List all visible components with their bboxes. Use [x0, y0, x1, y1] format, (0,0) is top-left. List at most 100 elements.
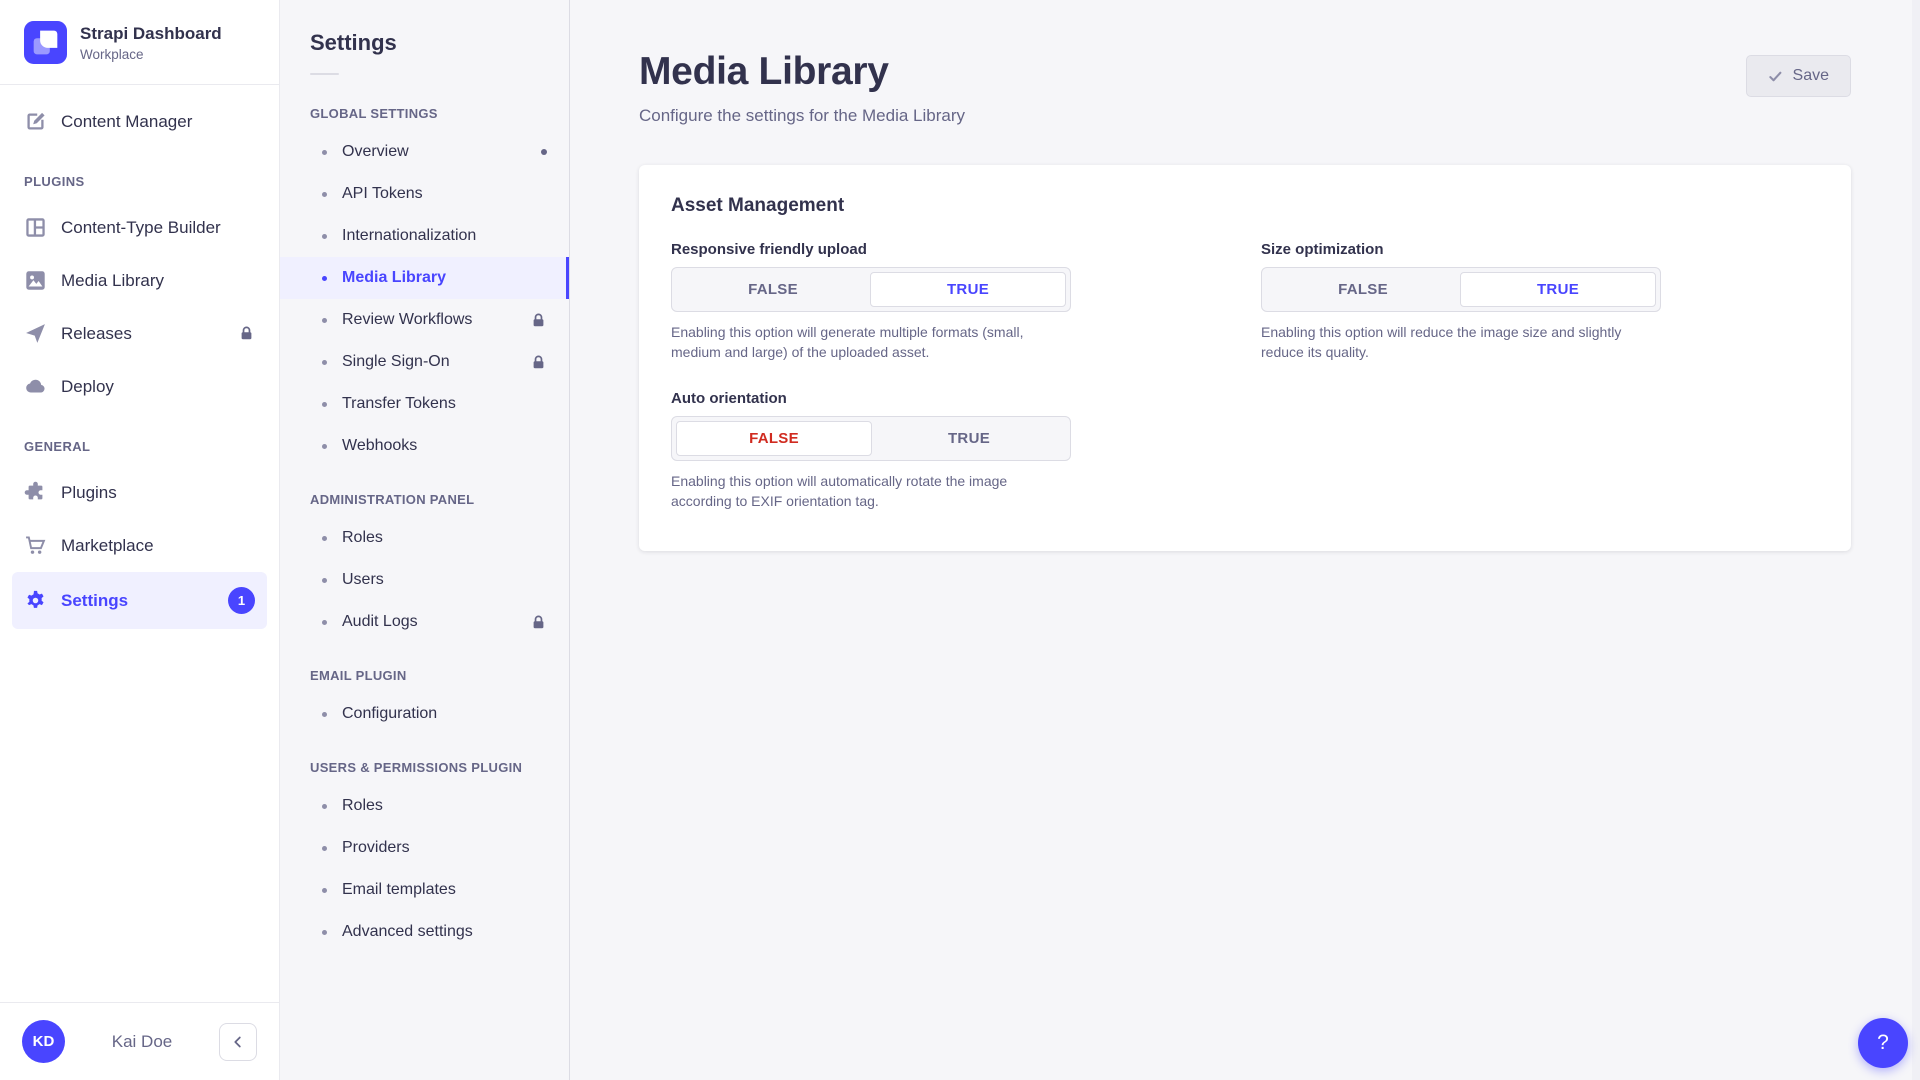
size-optimization-toggle[interactable]: FALSE TRUE [1261, 267, 1661, 312]
sidebar-item-label: Settings [61, 591, 128, 611]
workspace-title: Strapi Dashboard [80, 24, 222, 44]
bullet-icon [322, 536, 327, 541]
save-button-label: Save [1793, 67, 1829, 85]
settings-notification-badge: 1 [228, 587, 255, 614]
field-label: Auto orientation [671, 390, 1071, 407]
settings-sidebar: Settings GLOBAL SETTINGS Overview API To… [280, 0, 570, 1080]
image-icon [24, 269, 47, 292]
check-icon [1768, 69, 1783, 84]
settings-item-review-workflows[interactable]: Review Workflows [280, 299, 569, 341]
sidebar-item-settings[interactable]: Settings 1 [12, 572, 267, 629]
settings-item-internationalization[interactable]: Internationalization [280, 215, 569, 257]
settings-item-up-roles[interactable]: Roles [280, 785, 569, 827]
settings-item-audit-logs[interactable]: Audit Logs [280, 601, 569, 643]
field-responsive-friendly-upload: Responsive friendly upload FALSE TRUE En… [671, 241, 1071, 362]
sidebar-item-content-manager[interactable]: Content Manager [12, 95, 267, 148]
settings-item-label: API Tokens [342, 185, 423, 203]
settings-item-label: Media Library [342, 269, 446, 287]
settings-item-label: Overview [342, 143, 409, 161]
page-title: Media Library [639, 50, 965, 94]
section-users-permissions-plugin: USERS & PERMISSIONS PLUGIN [280, 735, 569, 785]
lock-icon [530, 354, 547, 371]
section-global-settings: GLOBAL SETTINGS [280, 81, 569, 131]
asset-management-card: Asset Management Responsive friendly upl… [639, 165, 1851, 551]
toggle-option-false[interactable]: FALSE [676, 421, 872, 456]
responsive-friendly-upload-toggle[interactable]: FALSE TRUE [671, 267, 1071, 312]
settings-item-label: Review Workflows [342, 311, 472, 329]
settings-item-label: Audit Logs [342, 613, 418, 631]
bullet-icon [322, 846, 327, 851]
sidebar-item-label: Deploy [61, 377, 114, 397]
lock-icon [238, 325, 255, 342]
toggle-option-true[interactable]: TRUE [870, 272, 1066, 307]
sidebar-item-plugins[interactable]: Plugins [12, 466, 267, 519]
sidebar-item-deploy[interactable]: Deploy [12, 360, 267, 413]
cart-icon [24, 534, 47, 557]
main-content: Media Library Configure the settings for… [570, 0, 1920, 1080]
settings-item-email-templates[interactable]: Email templates [280, 869, 569, 911]
avatar[interactable]: KD [22, 1020, 65, 1063]
bullet-icon [322, 192, 327, 197]
sidebar-item-label: Releases [61, 324, 132, 344]
bullet-icon [322, 234, 327, 239]
sidebar-item-content-type-builder[interactable]: Content-Type Builder [12, 201, 267, 254]
gear-icon [24, 589, 47, 612]
settings-item-label: Webhooks [342, 437, 417, 455]
workspace-switcher[interactable]: Strapi Dashboard Workplace [0, 0, 279, 84]
settings-item-label: Roles [342, 529, 383, 547]
sidebar-item-label: Content Manager [61, 112, 192, 132]
settings-item-advanced-settings[interactable]: Advanced settings [280, 911, 569, 953]
settings-item-admin-roles[interactable]: Roles [280, 517, 569, 559]
help-button-label: ? [1877, 1031, 1889, 1055]
settings-item-label: Internationalization [342, 227, 476, 245]
cloud-icon [24, 375, 47, 398]
settings-item-api-tokens[interactable]: API Tokens [280, 173, 569, 215]
field-hint: Enabling this option will automatically … [671, 472, 1071, 511]
settings-item-providers[interactable]: Providers [280, 827, 569, 869]
bullet-icon [322, 620, 327, 625]
settings-item-single-sign-on[interactable]: Single Sign-On [280, 341, 569, 383]
bullet-icon [322, 360, 327, 365]
field-label: Size optimization [1261, 241, 1661, 258]
lock-icon [530, 614, 547, 631]
settings-item-users[interactable]: Users [280, 559, 569, 601]
field-hint: Enabling this option will generate multi… [671, 323, 1071, 362]
notification-dot-icon [541, 149, 547, 155]
divider [310, 73, 339, 75]
bullet-icon [322, 318, 327, 323]
toggle-option-false[interactable]: FALSE [676, 272, 870, 307]
toggle-option-true[interactable]: TRUE [1460, 272, 1656, 307]
help-button[interactable]: ? [1858, 1018, 1908, 1068]
settings-item-overview[interactable]: Overview [280, 131, 569, 173]
settings-item-transfer-tokens[interactable]: Transfer Tokens [280, 383, 569, 425]
toggle-option-false[interactable]: FALSE [1266, 272, 1460, 307]
field-size-optimization: Size optimization FALSE TRUE Enabling th… [1261, 241, 1661, 362]
user-footer: KD Kai Doe [0, 1002, 279, 1080]
paper-plane-icon [24, 322, 47, 345]
sidebar-item-releases[interactable]: Releases [12, 307, 267, 360]
settings-item-configuration[interactable]: Configuration [280, 693, 569, 735]
layout-icon [24, 216, 47, 239]
settings-item-media-library[interactable]: Media Library [280, 257, 569, 299]
settings-item-label: Providers [342, 839, 410, 857]
page-subtitle: Configure the settings for the Media Lib… [639, 106, 965, 126]
settings-item-webhooks[interactable]: Webhooks [280, 425, 569, 467]
user-name: Kai Doe [75, 1032, 209, 1052]
bullet-icon [322, 578, 327, 583]
settings-item-label: Roles [342, 797, 383, 815]
bullet-icon [322, 150, 327, 155]
sidebar-item-label: Plugins [61, 483, 117, 503]
scrollbar-track[interactable] [1912, 0, 1920, 1080]
puzzle-icon [24, 481, 47, 504]
sidebar-item-marketplace[interactable]: Marketplace [12, 519, 267, 572]
toggle-option-true[interactable]: TRUE [872, 421, 1066, 456]
save-button[interactable]: Save [1746, 55, 1851, 97]
sidebar-item-label: Content-Type Builder [61, 218, 221, 238]
sidebar-item-media-library[interactable]: Media Library [12, 254, 267, 307]
section-email-plugin: EMAIL PLUGIN [280, 643, 569, 693]
bullet-icon [322, 444, 327, 449]
strapi-logo-icon [24, 21, 67, 64]
auto-orientation-toggle[interactable]: FALSE TRUE [671, 416, 1071, 461]
collapse-sidebar-button[interactable] [219, 1023, 257, 1061]
field-auto-orientation: Auto orientation FALSE TRUE Enabling thi… [671, 390, 1071, 511]
